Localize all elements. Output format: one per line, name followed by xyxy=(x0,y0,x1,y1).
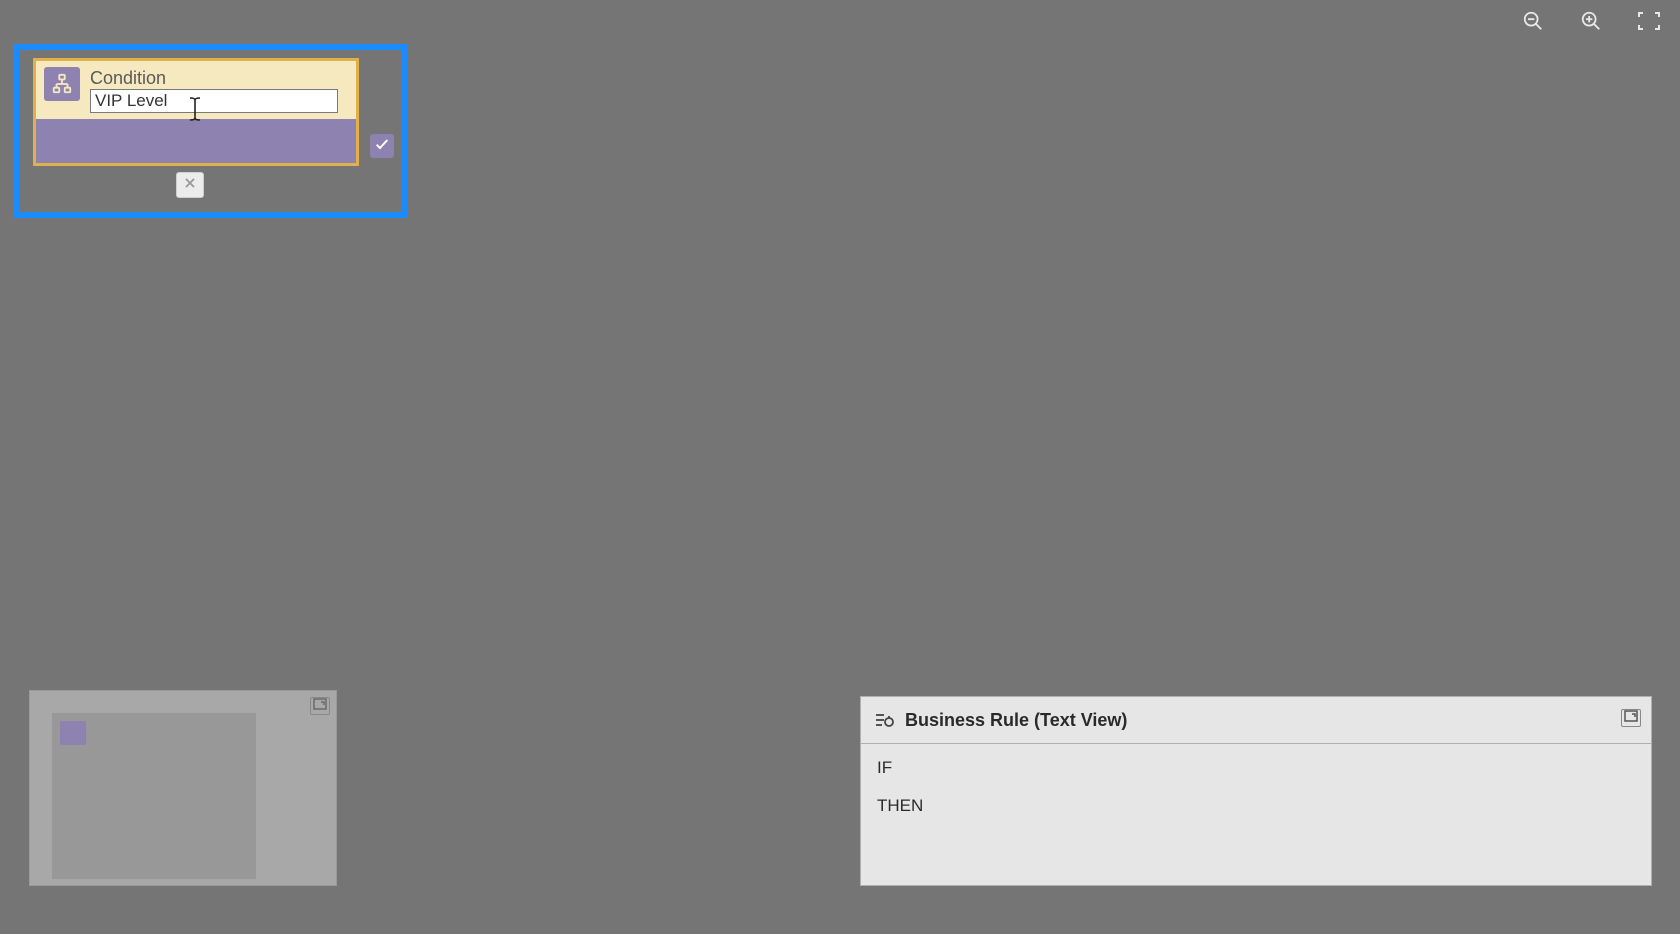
minimap-viewport[interactable] xyxy=(52,713,256,879)
fit-screen-button[interactable] xyxy=(1636,8,1662,34)
textview-body: IF THEN xyxy=(861,744,1651,830)
check-icon xyxy=(374,136,390,157)
expand-icon xyxy=(313,697,327,715)
expand-icon xyxy=(1624,709,1638,727)
textview-expand-button[interactable] xyxy=(1621,709,1641,727)
condition-body[interactable] xyxy=(36,119,356,163)
minimap-condition-node xyxy=(60,721,86,745)
minimap-panel xyxy=(29,690,337,886)
condition-node[interactable]: Condition xyxy=(33,58,359,166)
zoom-out-button[interactable] xyxy=(1520,8,1546,34)
minimap-expand-button[interactable] xyxy=(310,697,330,715)
condition-false-connector[interactable] xyxy=(176,172,204,198)
textview-if-line: IF xyxy=(877,758,1635,778)
zoom-in-icon xyxy=(1580,10,1602,32)
condition-name-input[interactable] xyxy=(90,89,338,113)
textview-then-line: THEN xyxy=(877,796,1635,816)
condition-label-area: Condition xyxy=(90,67,348,113)
condition-label: Condition xyxy=(90,67,348,89)
canvas-toolbar xyxy=(1520,8,1662,34)
condition-header: Condition xyxy=(36,61,356,119)
rule-icon xyxy=(873,709,895,731)
textview-header: Business Rule (Text View) xyxy=(861,697,1651,744)
zoom-in-button[interactable] xyxy=(1578,8,1604,34)
zoom-out-icon xyxy=(1522,10,1544,32)
fit-screen-icon xyxy=(1637,11,1661,31)
condition-node-selected[interactable]: Condition xyxy=(13,44,407,218)
condition-true-connector[interactable] xyxy=(370,134,394,158)
close-icon xyxy=(183,176,197,195)
hierarchy-icon xyxy=(44,67,80,101)
business-rule-textview-panel: Business Rule (Text View) IF THEN xyxy=(860,696,1652,886)
textview-title: Business Rule (Text View) xyxy=(905,710,1127,731)
